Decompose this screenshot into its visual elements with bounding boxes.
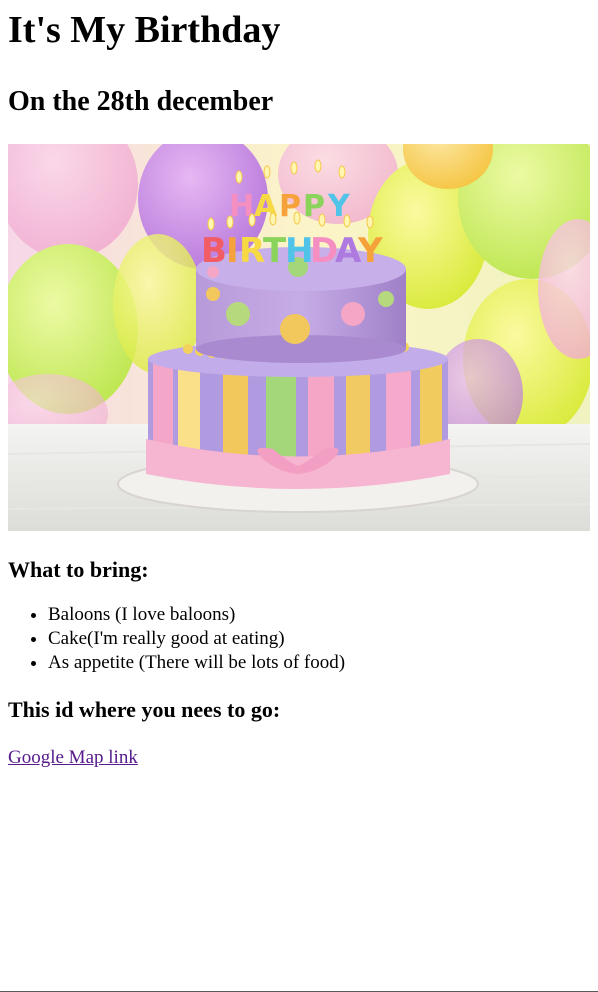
- list-item: As appetite (There will be lots of food): [48, 651, 590, 675]
- page-title: It's My Birthday: [8, 9, 281, 51]
- date-heading: On the 28th december: [8, 86, 274, 117]
- location-heading: This id where you nees to go:: [8, 697, 281, 722]
- svg-text:Y: Y: [357, 231, 383, 271]
- svg-text:R: R: [239, 231, 265, 271]
- what-to-bring-heading: What to bring:: [8, 557, 149, 582]
- svg-text:B: B: [201, 231, 227, 271]
- list-item: Baloons (I love baloons): [48, 603, 590, 627]
- svg-text:D: D: [310, 231, 338, 271]
- list-item: Cake(I'm really good at eating): [48, 627, 590, 651]
- svg-text:T: T: [263, 231, 287, 271]
- google-map-link[interactable]: Google Map link: [8, 747, 138, 769]
- svg-text:I: I: [226, 231, 239, 271]
- bring-list: Baloons (I love baloons) Cake(I'm really…: [8, 603, 590, 675]
- page-content: It's My Birthday On the 28th december B …: [0, 8, 598, 769]
- birthday-cake-image: B I R T H D A Y H A P P Y: [8, 144, 590, 531]
